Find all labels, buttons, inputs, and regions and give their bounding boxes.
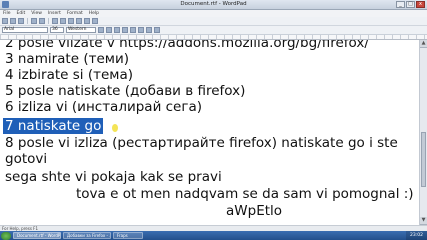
toolbar-separator — [48, 18, 49, 24]
document-line[interactable]: 5 posle natiskate (добави в firefox) — [5, 83, 245, 99]
format-toolbar: Arial 36 Western — [0, 26, 427, 35]
cut-icon[interactable] — [60, 18, 66, 24]
open-folder-icon[interactable] — [10, 18, 16, 24]
standard-toolbar — [0, 17, 427, 26]
script-select[interactable]: Western — [66, 27, 96, 33]
taskbar-item-firefox[interactable]: Добавки за Firefox - ... — [63, 232, 111, 239]
signature-line[interactable]: aWpEtlo — [226, 203, 282, 219]
font-name-select[interactable]: Arial — [2, 27, 48, 33]
minimize-button[interactable]: _ — [396, 1, 405, 8]
taskbar-item-wordpad[interactable]: Document.rtf - WordPad — [13, 232, 61, 239]
menu-bar: File Edit View Insert Format Help — [0, 10, 427, 17]
document-line[interactable]: tova e ot men nadqvam se da sam vi pomog… — [76, 186, 414, 202]
align-left-icon[interactable] — [130, 27, 136, 33]
save-icon[interactable] — [18, 18, 24, 24]
menu-format[interactable]: Format — [67, 10, 83, 17]
paste-icon[interactable] — [76, 18, 82, 24]
copy-icon[interactable] — [68, 18, 74, 24]
bullets-icon[interactable] — [154, 27, 160, 33]
vertical-scrollbar[interactable]: ▲ ▼ — [419, 40, 427, 225]
document-line[interactable]: sega shte vi pokaja kak se pravi — [5, 169, 222, 185]
italic-icon[interactable] — [106, 27, 112, 33]
align-center-icon[interactable] — [138, 27, 144, 33]
menu-view[interactable]: View — [31, 10, 42, 17]
maximize-button[interactable]: □ — [406, 1, 415, 8]
menu-edit[interactable]: Edit — [17, 10, 26, 17]
print-preview-icon[interactable] — [39, 18, 45, 24]
title-bar: Document.rtf - WordPad _ □ x — [0, 0, 427, 10]
document-line[interactable]: gotovi — [5, 151, 47, 167]
close-button[interactable]: x — [416, 1, 425, 8]
taskbar-clock[interactable]: 23:02 — [406, 231, 427, 240]
bold-icon[interactable] — [98, 27, 104, 33]
document-line[interactable]: 2 posle vlizate v https://addons.mozilla… — [5, 40, 369, 51]
toolbar-separator — [27, 18, 28, 24]
document-line[interactable]: 6 izliza vi (инсталирай сега) — [5, 99, 202, 115]
document-area[interactable]: 2 posle vlizate v https://addons.mozilla… — [0, 40, 419, 225]
window-controls: _ □ x — [396, 1, 425, 8]
insert-date-icon[interactable] — [92, 18, 98, 24]
document-line-selected[interactable]: 7 natiskate go — [3, 118, 104, 134]
underline-icon[interactable] — [114, 27, 120, 33]
document-line[interactable]: 8 posle vi izliza (рестартирайте firefox… — [5, 135, 398, 151]
taskbar: Document.rtf - WordPad Добавки за Firefo… — [0, 231, 427, 240]
start-button[interactable] — [1, 231, 11, 240]
menu-insert[interactable]: Insert — [48, 10, 61, 17]
selected-text[interactable]: 7 natiskate go — [3, 118, 104, 134]
scroll-down-arrow-icon[interactable]: ▼ — [420, 217, 427, 225]
menu-help[interactable]: Help — [89, 10, 99, 17]
scrollbar-thumb[interactable] — [421, 132, 426, 187]
document-line[interactable]: 4 izbirate si (тема) — [5, 67, 133, 83]
scroll-up-arrow-icon[interactable]: ▲ — [420, 40, 427, 48]
font-size-select[interactable]: 36 — [50, 27, 64, 33]
mouse-cursor-highlight — [112, 124, 118, 132]
new-document-icon[interactable] — [2, 18, 8, 24]
window-title: Document.rtf - WordPad — [180, 1, 247, 7]
document-line[interactable]: 3 namirate (теми) — [5, 51, 129, 67]
find-icon[interactable] — [52, 18, 58, 24]
taskbar-item-fraps[interactable]: Fraps — [113, 232, 143, 239]
font-color-icon[interactable] — [122, 27, 128, 33]
align-right-icon[interactable] — [146, 27, 152, 33]
print-icon[interactable] — [31, 18, 37, 24]
undo-icon[interactable] — [84, 18, 90, 24]
menu-file[interactable]: File — [3, 10, 11, 17]
